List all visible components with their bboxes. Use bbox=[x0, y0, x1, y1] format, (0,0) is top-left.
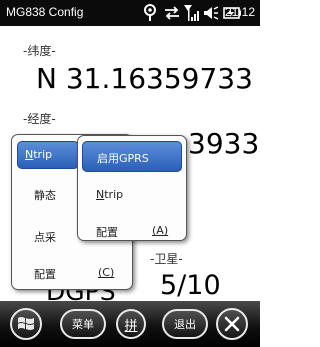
start-button[interactable] bbox=[10, 308, 42, 340]
close-icon bbox=[224, 316, 240, 332]
submenu-item-config[interactable]: 配置 bbox=[96, 224, 118, 240]
ime-button[interactable]: 拼 bbox=[116, 309, 146, 339]
exit-button[interactable]: 退出 bbox=[162, 309, 208, 339]
latitude-label: -纬度- bbox=[23, 44, 56, 58]
data-sync-icon[interactable] bbox=[163, 3, 181, 23]
menu-item-static[interactable]: 静态 bbox=[34, 187, 56, 203]
clock: 21:12 bbox=[224, 5, 255, 19]
satellite-label: -卫星- bbox=[150, 252, 183, 266]
volume-icon[interactable] bbox=[203, 3, 219, 23]
signal-icon[interactable] bbox=[183, 3, 199, 23]
menu-item-config[interactable]: 配置 bbox=[34, 266, 56, 282]
menu-item-point[interactable]: 点采 bbox=[34, 229, 56, 245]
ntrip-submenu: 启用GPRS Ntrip 配置 (A) bbox=[77, 135, 187, 241]
gps-icon[interactable] bbox=[143, 3, 157, 23]
taskbar: 菜单 拼 退出 bbox=[0, 301, 260, 347]
longitude-label: -经度- bbox=[23, 112, 56, 126]
submenu-item-enable-gprs[interactable]: 启用GPRS bbox=[82, 141, 182, 172]
submenu-item-config-shortcut: (A) bbox=[152, 224, 169, 237]
submenu-item-ntrip[interactable]: Ntrip bbox=[96, 188, 123, 201]
satellite-value: 5/10 bbox=[160, 270, 221, 301]
menu-item-ntrip[interactable]: Ntrip bbox=[17, 141, 79, 169]
close-button[interactable] bbox=[216, 308, 248, 340]
status-bar: MG838 Config 21:12 bbox=[0, 0, 260, 26]
menu-button[interactable]: 菜单 bbox=[60, 309, 106, 339]
app-title: MG838 Config bbox=[6, 5, 84, 19]
windows-logo-icon bbox=[18, 317, 34, 330]
ime-label: 拼 bbox=[124, 318, 138, 334]
latitude-value: N 31.16359733 bbox=[36, 62, 253, 95]
longitude-value: 3933 bbox=[188, 127, 260, 160]
menu-item-config-shortcut: (C) bbox=[98, 266, 115, 279]
